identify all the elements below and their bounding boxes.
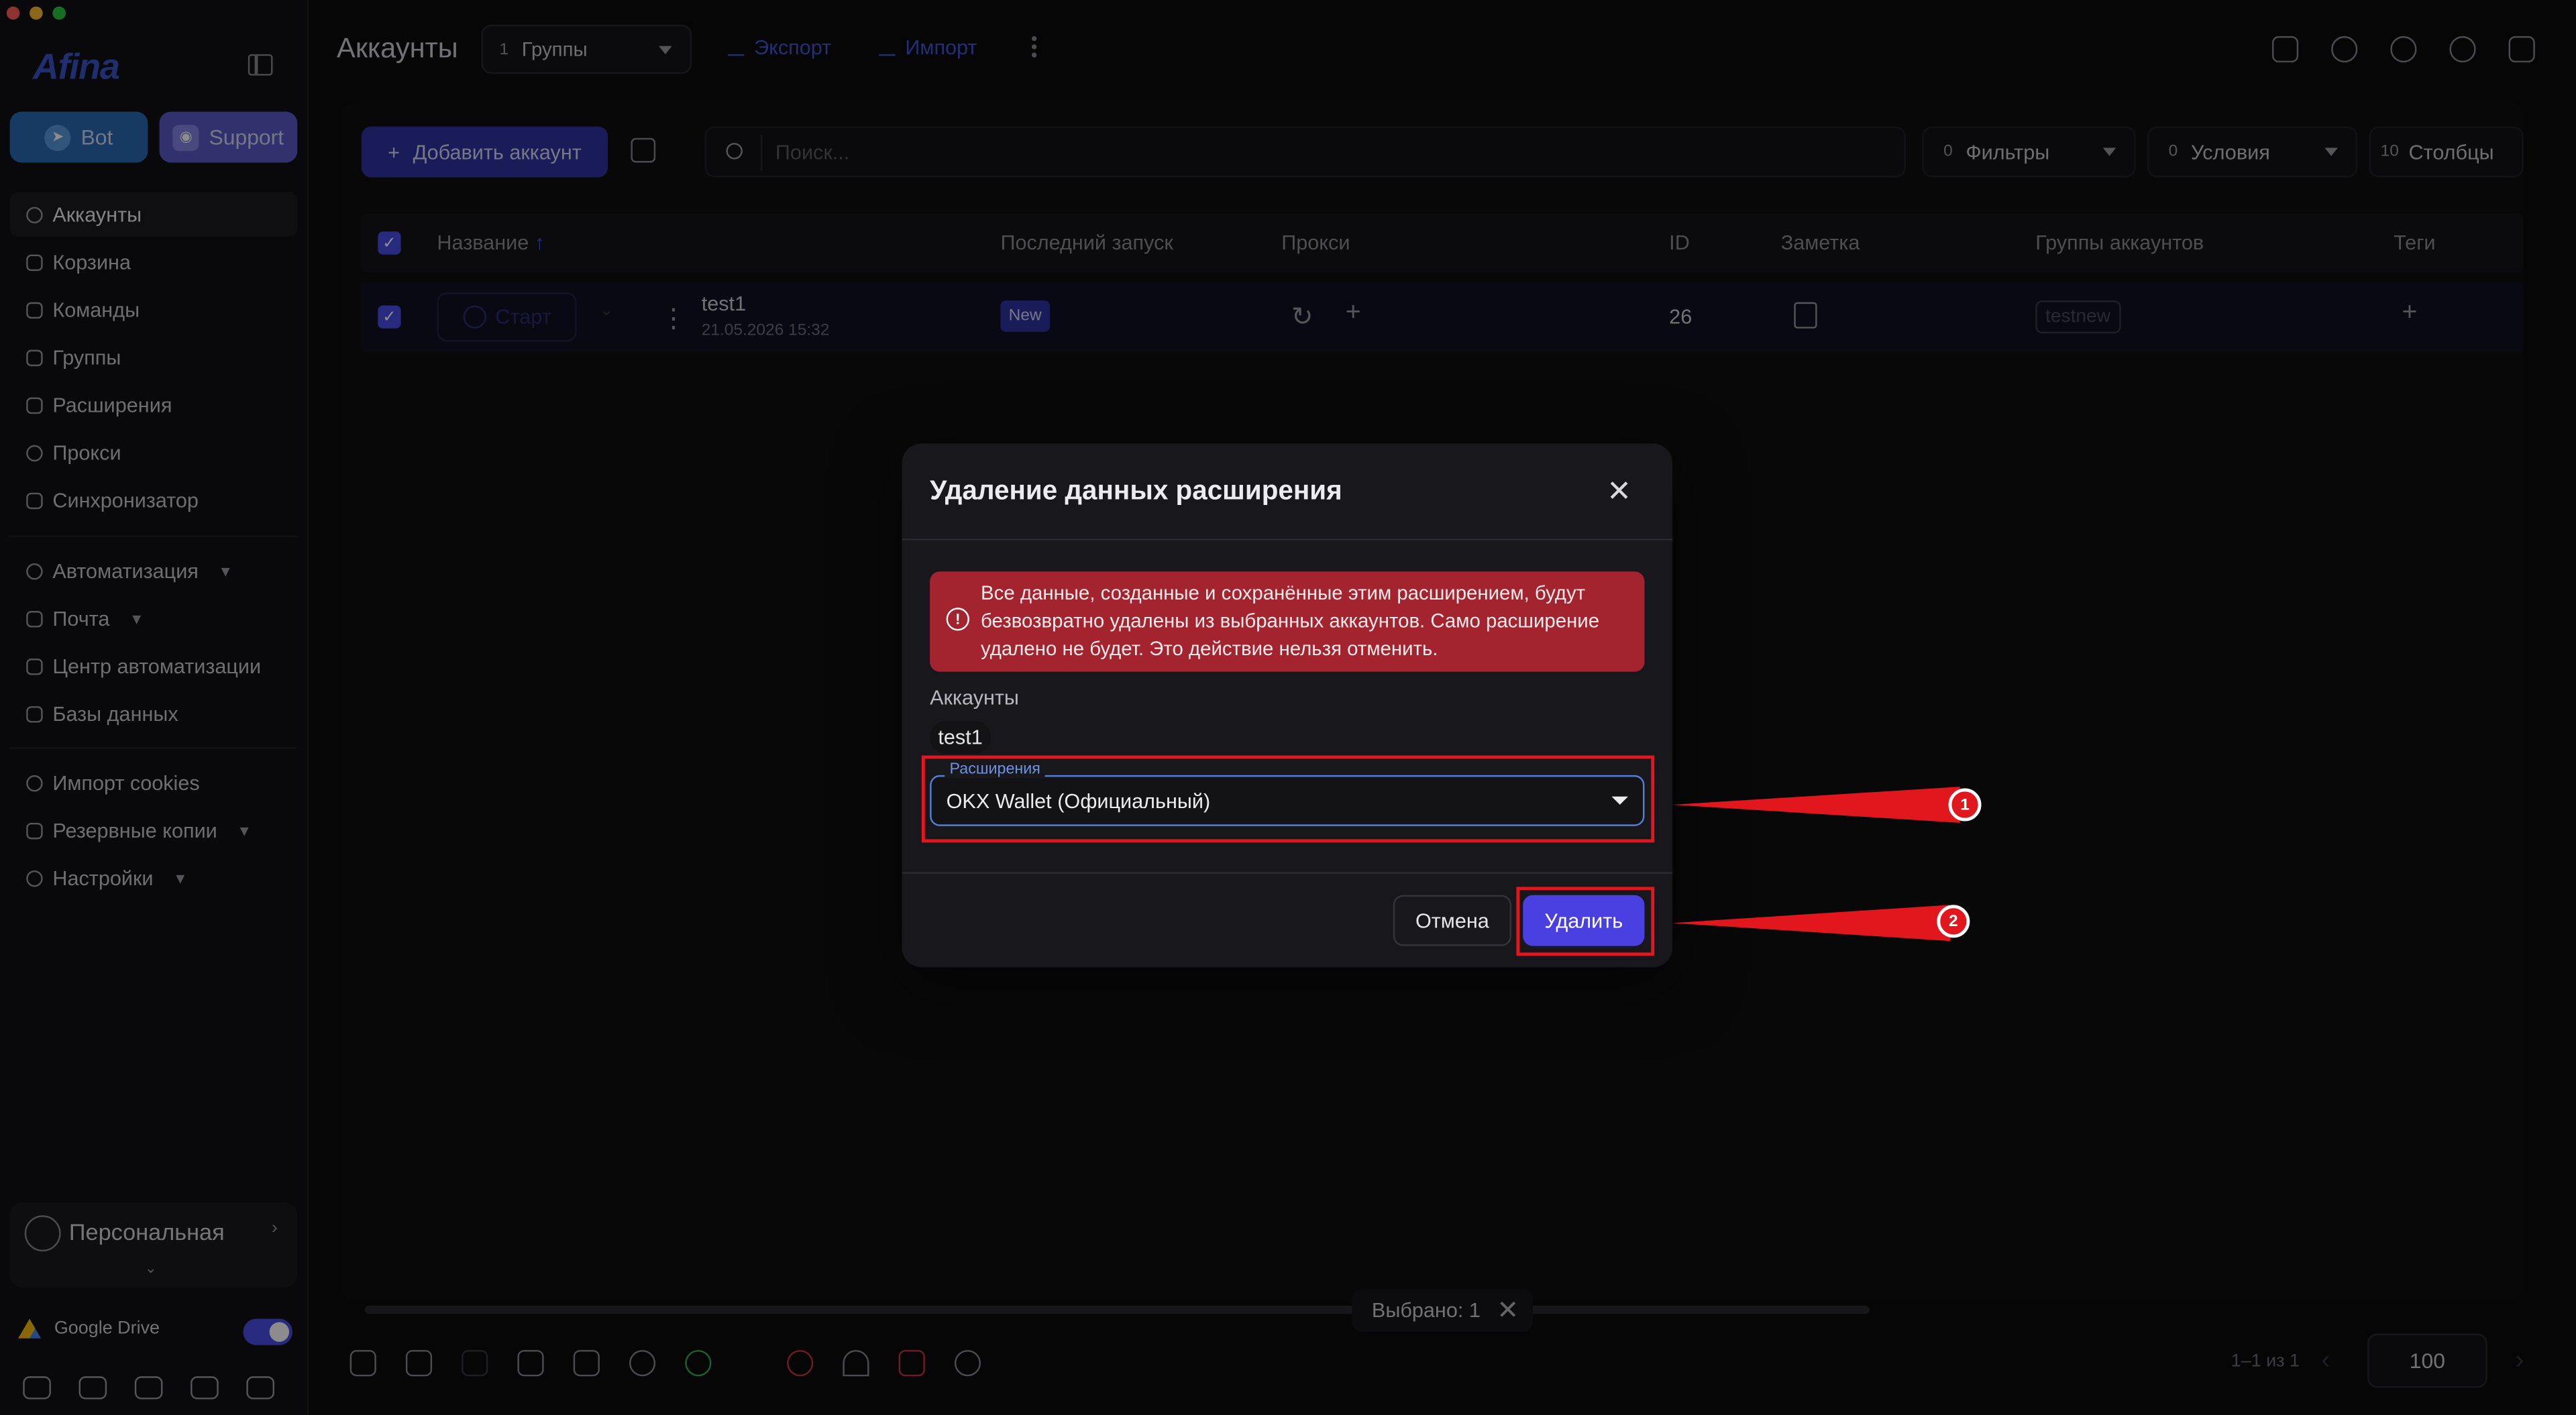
highlight-box-extension (921, 755, 1655, 843)
close-icon[interactable]: ✕ (1607, 476, 1631, 506)
warning-icon: ! (946, 608, 969, 631)
accounts-label: Аккаунты (930, 686, 1019, 710)
dialog-divider (902, 872, 1673, 874)
annotation-marker-1: 1 (1948, 788, 1982, 822)
highlight-box-delete (1516, 887, 1655, 956)
dialog-divider (902, 539, 1673, 541)
annotation-arrow-2 (1672, 905, 1950, 942)
annotation-arrow-1 (1672, 787, 1960, 823)
warning-alert: ! Все данные, созданные и сохранённые эт… (930, 571, 1645, 672)
dialog-title: Удаление данных расширения (930, 476, 1342, 506)
cancel-button[interactable]: Отмена (1393, 895, 1512, 946)
account-chip: test1 (930, 721, 991, 754)
app-window: Afina ➤ Bot ◉ Support Аккаунты Корзина К… (0, 0, 2576, 1415)
annotation-marker-2: 2 (1937, 905, 1970, 938)
warning-text: Все данные, созданные и сохранённые этим… (981, 581, 1600, 661)
